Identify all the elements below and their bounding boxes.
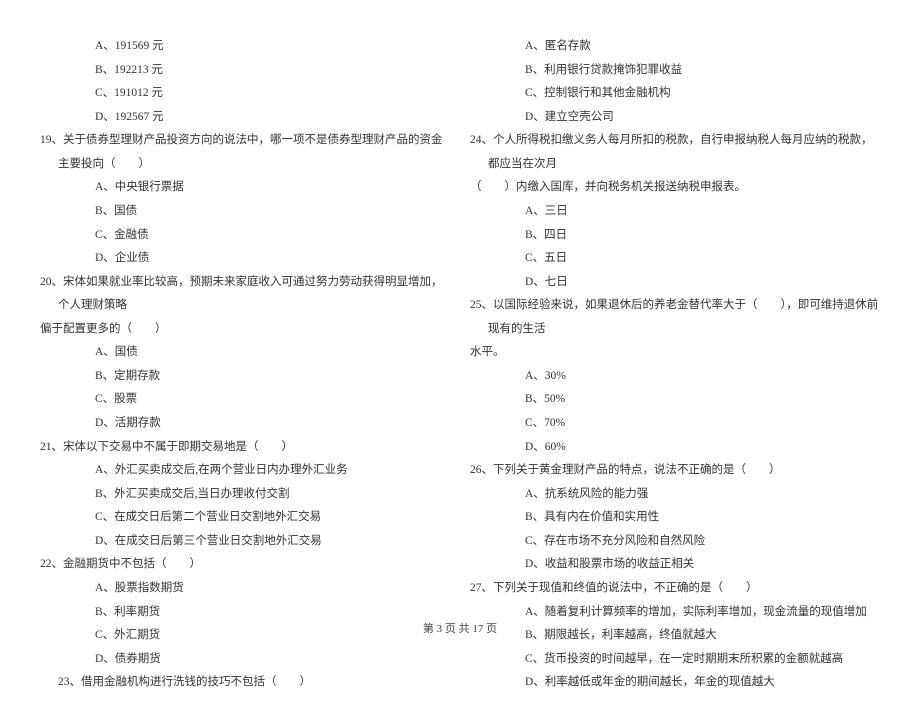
option: D、收益和股票市场的收益正相关	[470, 553, 880, 577]
option: D、在成交日后第三个营业日交割地外汇交易	[40, 530, 450, 554]
right-column: A、匿名存款 B、利用银行贷款掩饰犯罪收益 C、控制银行和其他金融机构 D、建立…	[470, 35, 880, 695]
option: B、外汇买卖成交后,当日办理收付交割	[40, 483, 450, 507]
question-23: 23、借用金融机构进行洗钱的技巧不包括（ ）	[40, 671, 450, 695]
option: C、股票	[40, 388, 450, 412]
option: A、30%	[470, 365, 880, 389]
question-19: 19、关于债券型理财产品投资方向的说法中，哪一项不是债券型理财产品的资金主要投向…	[40, 129, 450, 176]
option: D、192567 元	[40, 106, 450, 130]
question-20: 20、宋体如果就业率比较高，预期未来家庭收入可通过努力劳动获得明显增加，个人理财…	[40, 271, 450, 318]
option: D、七日	[470, 271, 880, 295]
option: D、60%	[470, 436, 880, 460]
left-column: A、191569 元 B、192213 元 C、191012 元 D、19256…	[40, 35, 450, 695]
option: B、四日	[470, 224, 880, 248]
question-25-cont: 水平。	[470, 341, 880, 365]
option: B、国债	[40, 200, 450, 224]
page-content: A、191569 元 B、192213 元 C、191012 元 D、19256…	[0, 0, 920, 715]
option: B、具有内在价值和实用性	[470, 506, 880, 530]
question-26: 26、下列关于黄金理财产品的特点，说法不正确的是（ ）	[470, 459, 880, 483]
option: B、50%	[470, 388, 880, 412]
question-24-cont: （ ）内缴入国库，并向税务机关报送纳税申报表。	[470, 176, 880, 200]
question-27: 27、下列关于现值和终值的说法中，不正确的是（ ）	[470, 577, 880, 601]
option: C、货币投资的时间越早，在一定时期期末所积累的金额就越高	[470, 648, 880, 672]
question-21: 21、宋体以下交易中不属于即期交易地是（ ）	[40, 436, 450, 460]
option: B、192213 元	[40, 59, 450, 83]
option: A、外汇买卖成交后,在两个营业日内办理外汇业务	[40, 459, 450, 483]
option: D、债券期货	[40, 648, 450, 672]
question-20-cont: 偏于配置更多的（ ）	[40, 318, 450, 342]
option: D、建立空壳公司	[470, 106, 880, 130]
question-24: 24、个人所得税扣缴义务人每月所扣的税款，自行申报纳税人每月应纳的税款，都应当在…	[470, 129, 880, 176]
option: C、五日	[470, 247, 880, 271]
option: A、三日	[470, 200, 880, 224]
option: A、股票指数期货	[40, 577, 450, 601]
option: D、企业债	[40, 247, 450, 271]
option: C、70%	[470, 412, 880, 436]
option: D、活期存款	[40, 412, 450, 436]
option: D、利率越低或年金的期间越长，年金的现值越大	[470, 671, 880, 695]
option: C、存在市场不充分风险和自然风险	[470, 530, 880, 554]
option: B、定期存款	[40, 365, 450, 389]
option: C、金融债	[40, 224, 450, 248]
question-22: 22、金融期货中不包括（ ）	[40, 553, 450, 577]
option: B、利用银行贷款掩饰犯罪收益	[470, 59, 880, 83]
option: A、抗系统风险的能力强	[470, 483, 880, 507]
option: C、在成交日后第二个营业日交割地外汇交易	[40, 506, 450, 530]
page-footer: 第 3 页 共 17 页	[0, 620, 920, 636]
question-25: 25、以国际经验来说，如果退休后的养老金替代率大于（ ），即可维持退休前现有的生…	[470, 294, 880, 341]
option: A、国债	[40, 341, 450, 365]
option: C、控制银行和其他金融机构	[470, 82, 880, 106]
option: A、匿名存款	[470, 35, 880, 59]
option: A、中央银行票据	[40, 176, 450, 200]
option: C、191012 元	[40, 82, 450, 106]
option: A、191569 元	[40, 35, 450, 59]
